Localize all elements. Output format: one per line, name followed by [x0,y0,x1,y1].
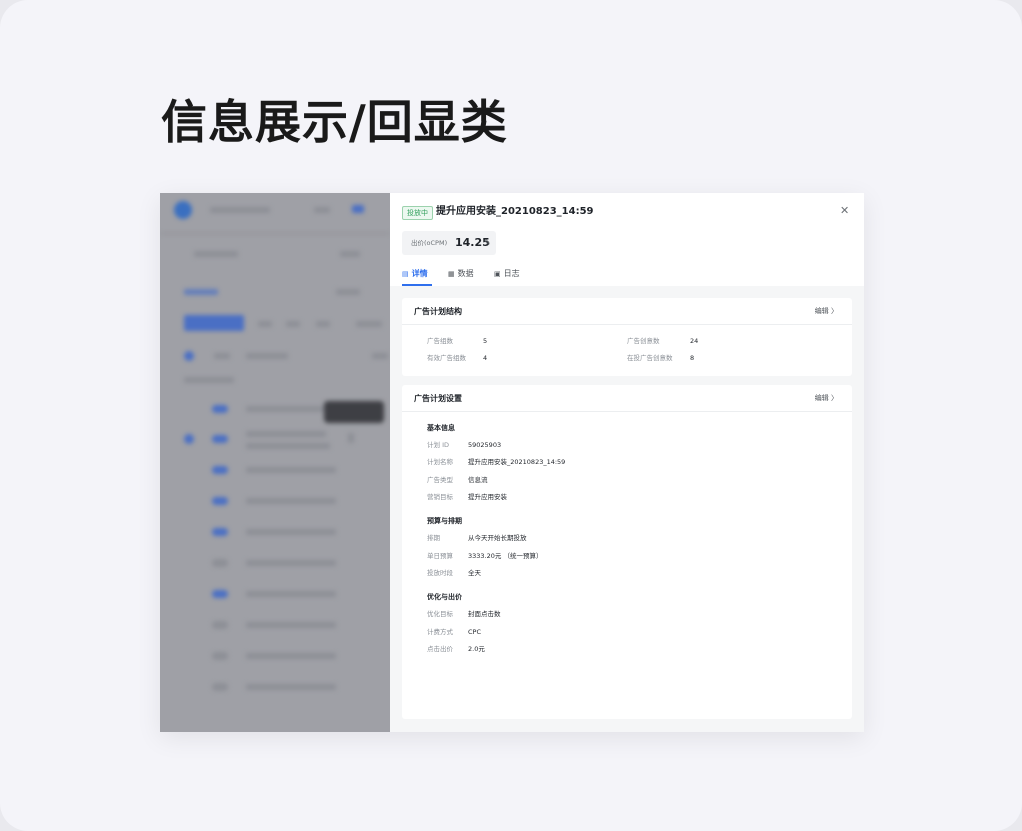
pencil-icon[interactable]: ✎ [484,237,491,249]
drawer-header: 投放中 提升应用安装_20210823_14:59 ✕ 出价(oCPM) 14.… [390,193,864,286]
section-title-optimization: 优化与出价 [427,593,462,601]
drawer-title: 提升应用安装_20210823_14:59 [436,206,594,217]
settings-panel-header: 广告计划设置 编辑 〉 [402,385,852,412]
close-icon[interactable]: ✕ [840,204,849,218]
structure-panel-header: 广告计划结构 编辑 〉 [402,298,852,325]
structure-value: 5 [483,337,488,345]
settings-panel: 广告计划设置 编辑 〉 基本信息 计划 ID 59025903 计划名称 提升应… [402,385,852,719]
page-heading: 信息展示/回显类 [161,95,508,149]
setting-label: 点击出价 [427,645,453,653]
setting-label: 计划 ID [427,441,449,449]
tab-detail[interactable]: ▤ 详情 [402,267,432,286]
setting-label: 投放时段 [427,569,453,577]
bid-box: 出价(oCPM) 14.25 ✎ [402,231,496,255]
tab-log[interactable]: ▣ 日志 [494,267,520,286]
presentation-card: 信息展示/回显类 投放中 提升应用安装_20210823_14:59 ✕ 出价(… [0,0,1022,831]
ui-screenshot: 投放中 提升应用安装_20210823_14:59 ✕ 出价(oCPM) 14.… [160,193,864,732]
setting-value: 3333.20元 （统一预算） [468,552,543,560]
detail-icon: ▤ [402,270,409,278]
detail-drawer: 投放中 提升应用安装_20210823_14:59 ✕ 出价(oCPM) 14.… [390,193,864,732]
blurred-backdrop [160,193,390,732]
setting-value: 59025903 [468,441,502,449]
structure-edit-button[interactable]: 编辑 〉 [815,306,838,317]
structure-value: 4 [483,354,488,362]
setting-value: 2.0元 [468,645,485,653]
structure-value: 24 [690,337,699,345]
structure-label: 广告组数 [427,337,453,345]
settings-title: 广告计划设置 [414,394,462,403]
setting-label: 广告类型 [427,476,453,484]
status-badge: 投放中 [402,206,433,220]
setting-value: 封面点击数 [468,610,501,618]
tab-data-label: 数据 [457,269,474,278]
setting-value: CPC [468,628,481,636]
setting-value: 从今天开始长期投放 [468,534,527,542]
structure-panel: 广告计划结构 编辑 〉 广告组数 5 广告创意数 24 有效广告组数 4 在投广… [402,298,852,376]
structure-label: 广告创意数 [627,337,660,345]
structure-value: 8 [690,354,695,362]
data-icon: ▦ [448,270,455,278]
setting-label: 单日预算 [427,552,453,560]
section-title-budget: 预算与排期 [427,517,462,525]
setting-value: 全天 [468,569,481,577]
setting-label: 排期 [427,534,440,542]
tab-data[interactable]: ▦ 数据 [448,267,474,286]
settings-edit-button[interactable]: 编辑 〉 [815,393,838,404]
setting-label: 优化目标 [427,610,453,618]
structure-label: 有效广告组数 [427,354,466,362]
section-title-basic: 基本信息 [427,424,455,432]
structure-title: 广告计划结构 [414,307,462,316]
setting-value: 信息流 [468,476,488,484]
setting-label: 计费方式 [427,628,453,636]
setting-label: 营销目标 [427,493,453,501]
setting-label: 计划名称 [427,458,453,466]
log-icon: ▣ [494,270,501,278]
tab-detail-label: 详情 [411,269,428,278]
structure-label: 在投广告创意数 [627,354,673,362]
setting-value: 提升应用安装_20210823_14:59 [468,458,566,466]
tab-log-label: 日志 [503,269,520,278]
bid-label: 出价(oCPM) [411,239,448,247]
setting-value: 提升应用安装 [468,493,507,501]
